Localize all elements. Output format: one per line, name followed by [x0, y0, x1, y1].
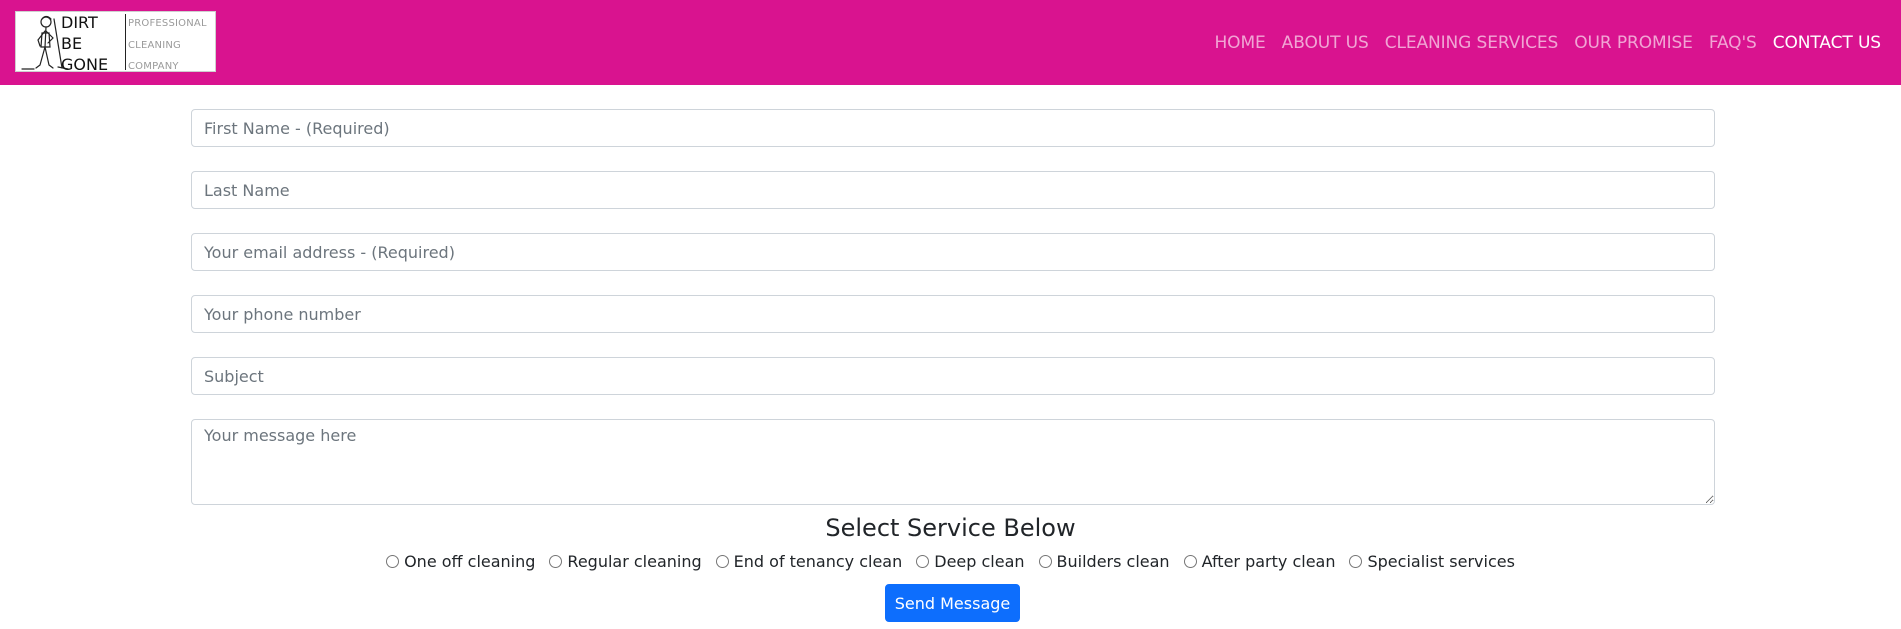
service-radio-group: One off cleaning Regular cleaning End of…: [0, 552, 1901, 571]
service-option-label: Regular cleaning: [567, 552, 702, 571]
radio-button[interactable]: [386, 555, 400, 568]
service-option-label: End of tenancy clean: [733, 552, 903, 571]
service-option-label: Deep clean: [934, 552, 1025, 571]
service-option-builders-clean[interactable]: Builders clean: [1038, 552, 1170, 571]
radio-button[interactable]: [1349, 555, 1363, 568]
radio-button[interactable]: [715, 555, 729, 568]
radio-button[interactable]: [1038, 555, 1052, 568]
service-option-specialist-services[interactable]: Specialist services: [1349, 552, 1515, 571]
send-message-button[interactable]: Send Message: [885, 584, 1020, 622]
service-option-label: Builders clean: [1056, 552, 1170, 571]
service-option-label: After party clean: [1201, 552, 1336, 571]
brand-logo[interactable]: DIRT BE GONE PROFESSIONAL CLEANING COMPA…: [15, 11, 216, 74]
subject-input[interactable]: [191, 357, 1715, 395]
brand-subtitle: PROFESSIONAL CLEANING COMPANY: [128, 18, 207, 72]
top-navbar: DIRT BE GONE PROFESSIONAL CLEANING COMPA…: [0, 0, 1901, 85]
radio-button[interactable]: [1183, 555, 1197, 568]
nav-our-promise[interactable]: OUR PROMISE: [1574, 33, 1693, 53]
service-option-regular-cleaning[interactable]: Regular cleaning: [549, 552, 702, 571]
contact-form: [191, 109, 1715, 505]
service-option-label: One off cleaning: [404, 552, 536, 571]
main-nav: HOME ABOUT US CLEANING SERVICES OUR PROM…: [1198, 0, 1881, 85]
logo-divider: [125, 14, 126, 70]
radio-button[interactable]: [549, 555, 563, 568]
service-heading: Select Service Below: [825, 514, 1076, 542]
message-textarea[interactable]: [191, 419, 1715, 505]
phone-input[interactable]: [191, 295, 1715, 333]
radio-button[interactable]: [916, 555, 930, 568]
service-option-end-of-tenancy-clean[interactable]: End of tenancy clean: [715, 552, 903, 571]
nav-cleaning-services[interactable]: CLEANING SERVICES: [1385, 33, 1559, 53]
service-option-after-party-clean[interactable]: After party clean: [1183, 552, 1336, 571]
nav-faqs[interactable]: FAQ'S: [1709, 33, 1757, 53]
nav-home[interactable]: HOME: [1214, 33, 1265, 53]
brand-title: DIRT BE GONE: [61, 13, 109, 74]
first-name-input[interactable]: [191, 109, 1715, 147]
service-option-deep-clean[interactable]: Deep clean: [916, 552, 1025, 571]
service-option-one-off-cleaning[interactable]: One off cleaning: [386, 552, 535, 571]
email-input[interactable]: [191, 233, 1715, 271]
service-option-label: Specialist services: [1367, 552, 1515, 571]
nav-about-us[interactable]: ABOUT US: [1282, 33, 1369, 53]
nav-contact-us[interactable]: CONTACT US: [1773, 33, 1881, 53]
last-name-input[interactable]: [191, 171, 1715, 209]
